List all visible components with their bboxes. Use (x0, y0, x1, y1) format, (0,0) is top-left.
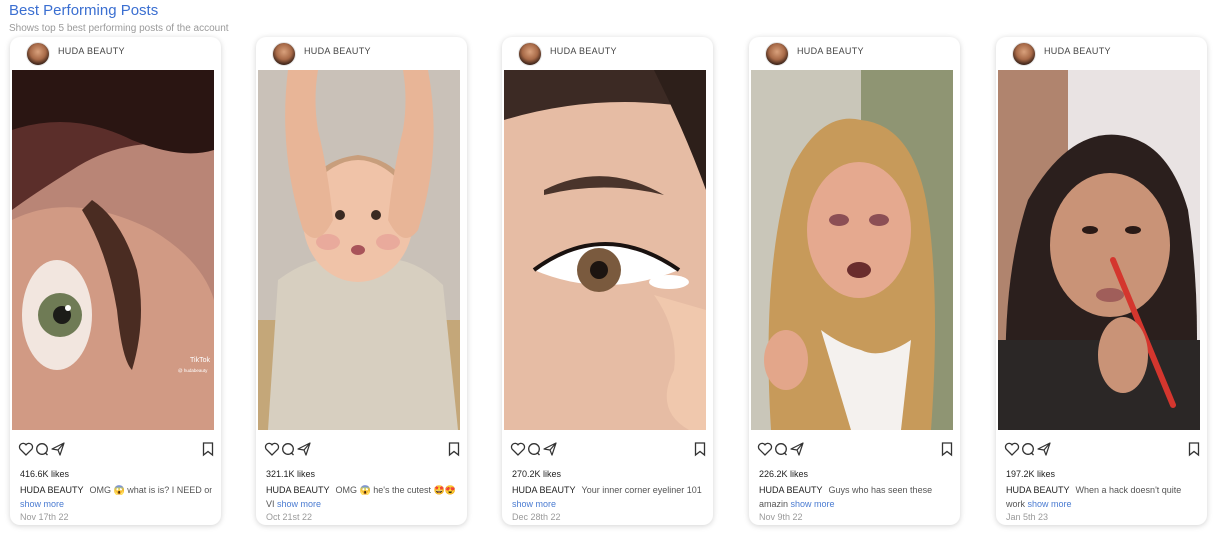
bookmark-icon[interactable] (446, 441, 462, 457)
send-icon[interactable] (1036, 441, 1052, 457)
caption-handle[interactable]: HUDA BEAUTY (20, 485, 84, 495)
account-name[interactable]: HUDA BEAUTY (797, 46, 864, 56)
caption-text-continued: work (1006, 499, 1026, 509)
avatar[interactable] (1012, 42, 1036, 66)
show-more-link[interactable]: show more (512, 499, 556, 509)
post-date: Nov 9th 22 (759, 512, 803, 522)
likes-count: 197.2K likes (1006, 469, 1056, 479)
show-more-link[interactable]: show more (1028, 499, 1072, 509)
post-date: Oct 21st 22 (266, 512, 313, 522)
send-icon[interactable] (789, 441, 805, 457)
heart-icon[interactable] (1004, 441, 1020, 457)
show-more-link[interactable]: show more (791, 499, 835, 509)
tiktok-handle-watermark: @ hudabeauty (178, 368, 208, 373)
heart-icon[interactable] (757, 441, 773, 457)
post-card[interactable]: HUDA BEAUTY 321.1K likes HUDA BEAUTY OMG … (256, 37, 467, 525)
comment-icon[interactable] (34, 441, 50, 457)
post-header: HUDA BEAUTY (502, 37, 713, 69)
post-card[interactable]: HUDA BEAUTY 226.2K likes HUDA BEAUTY Guys… (749, 37, 960, 525)
likes-count: 416.6K likes (20, 469, 70, 479)
section-title: Best Performing Posts (9, 2, 159, 19)
avatar[interactable] (272, 42, 296, 66)
post-actions (264, 441, 460, 457)
post-media[interactable] (751, 70, 953, 430)
comment-icon[interactable] (773, 441, 789, 457)
caption-text: OMG 😱 he's the cutest 🤩😍 (335, 485, 456, 495)
caption-text-continued: amazin (759, 499, 789, 509)
show-more-link[interactable]: show more (277, 499, 321, 509)
post-caption: HUDA BEAUTY Your inner corner eyeliner 10… (512, 483, 704, 497)
account-name[interactable]: HUDA BEAUTY (1044, 46, 1111, 56)
heart-icon[interactable] (264, 441, 280, 457)
caption-handle[interactable]: HUDA BEAUTY (759, 485, 823, 495)
post-actions (510, 441, 706, 457)
tiktok-watermark: TikTok (190, 357, 210, 364)
post-caption-continued: show more (512, 497, 704, 511)
avatar[interactable] (765, 42, 789, 66)
send-icon[interactable] (50, 441, 66, 457)
post-media[interactable]: TikTok @ hudabeauty (12, 70, 214, 430)
account-name[interactable]: HUDA BEAUTY (550, 46, 617, 56)
bookmark-icon[interactable] (939, 441, 955, 457)
caption-text: OMG 😱 what is is? I NEED one! (89, 485, 212, 495)
bookmark-icon[interactable] (1186, 441, 1202, 457)
post-actions (18, 441, 214, 457)
post-caption: HUDA BEAUTY Guys who has seen these (759, 483, 951, 497)
post-caption-continued: show more (20, 497, 212, 511)
avatar[interactable] (26, 42, 50, 66)
post-card[interactable]: HUDA BEAUTY TikTok @ hudabeauty 416.6K l… (10, 37, 221, 525)
avatar[interactable] (518, 42, 542, 66)
post-caption-continued: work show more (1006, 497, 1198, 511)
post-header: HUDA BEAUTY (749, 37, 960, 69)
post-caption-continued: amazin show more (759, 497, 951, 511)
post-card[interactable]: HUDA BEAUTY 270.2K likes HUDA BEAUTY Your… (502, 37, 713, 525)
post-header: HUDA BEAUTY (996, 37, 1207, 69)
caption-text: Your inner corner eyeliner 101 (581, 485, 702, 495)
show-more-link[interactable]: show more (20, 499, 64, 509)
post-caption: HUDA BEAUTY When a hack doesn't quite (1006, 483, 1198, 497)
post-actions (1004, 441, 1200, 457)
likes-count: 226.2K likes (759, 469, 809, 479)
comment-icon[interactable] (526, 441, 542, 457)
comment-icon[interactable] (280, 441, 296, 457)
section-subtitle: Shows top 5 best performing posts of the… (9, 23, 229, 34)
post-media[interactable] (258, 70, 460, 430)
post-card[interactable]: HUDA BEAUTY 197.2K likes HUDA BEAUTY When… (996, 37, 1207, 525)
send-icon[interactable] (296, 441, 312, 457)
post-caption: HUDA BEAUTY OMG 😱 what is is? I NEED one! (20, 483, 212, 497)
likes-count: 270.2K likes (512, 469, 562, 479)
send-icon[interactable] (542, 441, 558, 457)
post-media[interactable] (504, 70, 706, 430)
post-caption: HUDA BEAUTY OMG 😱 he's the cutest 🤩😍 (266, 483, 458, 497)
post-date: Nov 17th 22 (20, 512, 69, 522)
account-name[interactable]: HUDA BEAUTY (58, 46, 125, 56)
caption-handle[interactable]: HUDA BEAUTY (512, 485, 576, 495)
post-header: HUDA BEAUTY (256, 37, 467, 69)
post-caption-continued: VI show more (266, 497, 458, 511)
bookmark-icon[interactable] (200, 441, 216, 457)
post-media[interactable] (998, 70, 1200, 430)
posts-carousel: HUDA BEAUTY TikTok @ hudabeauty 416.6K l… (10, 37, 1210, 525)
heart-icon[interactable] (18, 441, 34, 457)
account-name[interactable]: HUDA BEAUTY (304, 46, 371, 56)
heart-icon[interactable] (510, 441, 526, 457)
comment-icon[interactable] (1020, 441, 1036, 457)
caption-text: Guys who has seen these (828, 485, 933, 495)
bookmark-icon[interactable] (692, 441, 708, 457)
likes-count: 321.1K likes (266, 469, 316, 479)
post-header: HUDA BEAUTY (10, 37, 221, 69)
caption-text: When a hack doesn't quite (1075, 485, 1182, 495)
caption-text-continued: VI (266, 499, 275, 509)
post-date: Jan 5th 23 (1006, 512, 1049, 522)
caption-handle[interactable]: HUDA BEAUTY (266, 485, 330, 495)
caption-handle[interactable]: HUDA BEAUTY (1006, 485, 1070, 495)
post-date: Dec 28th 22 (512, 512, 561, 522)
post-actions (757, 441, 953, 457)
